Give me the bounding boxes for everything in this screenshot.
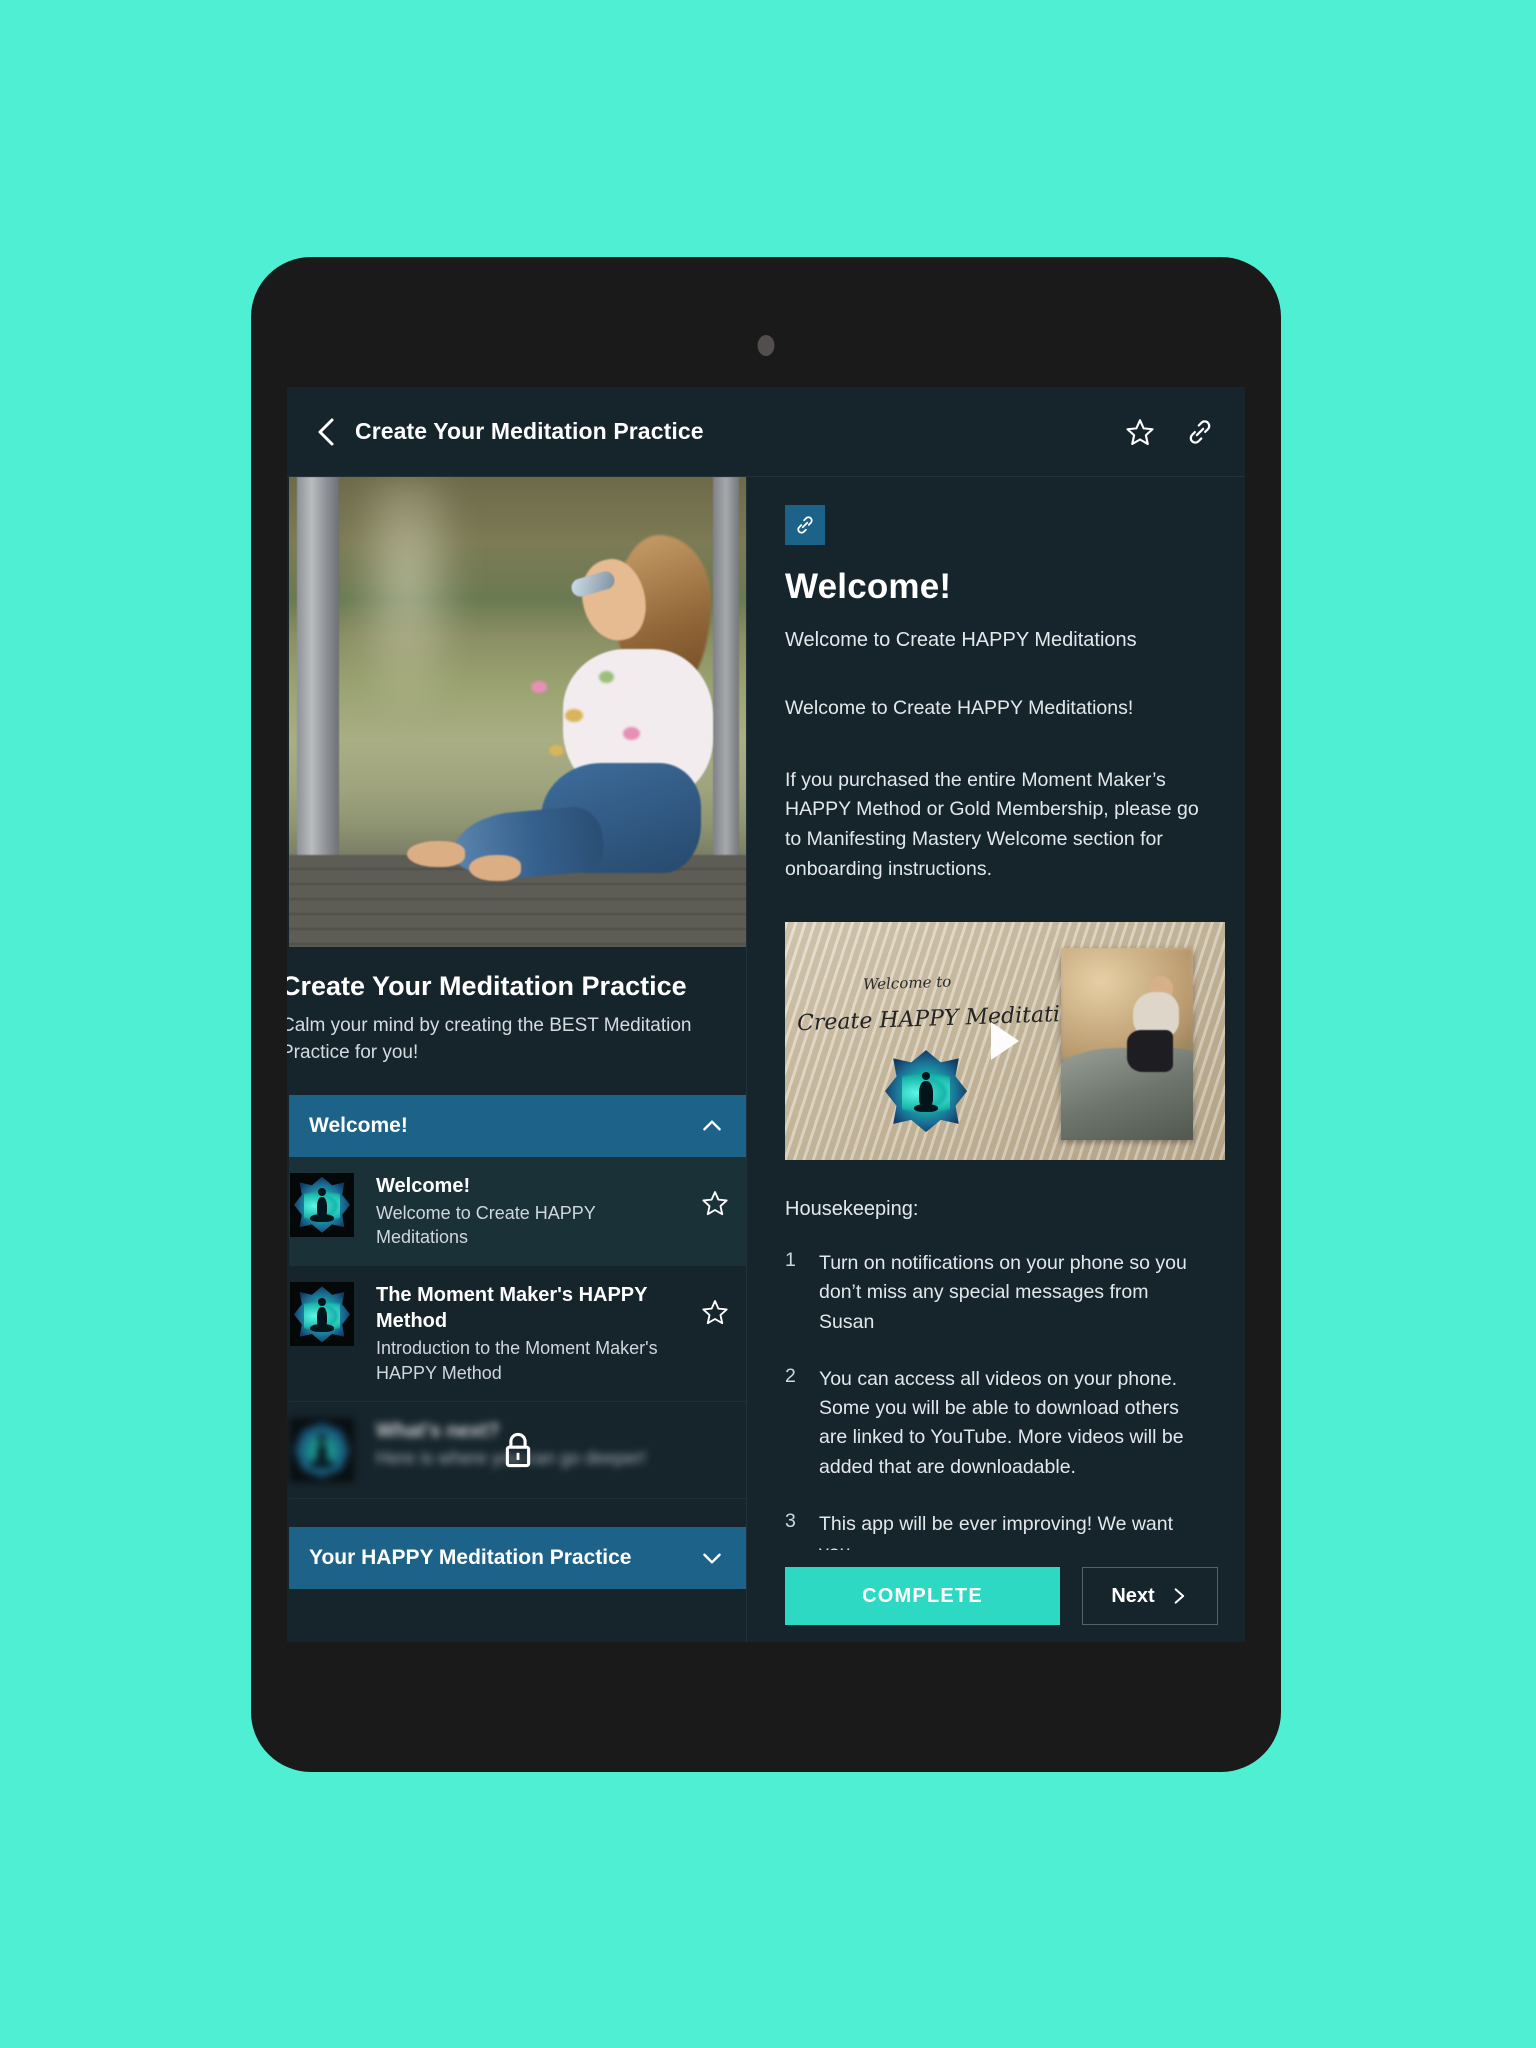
course-hero-image	[289, 477, 746, 947]
list-number: 3	[785, 1509, 796, 1532]
list-text: Turn on notifications on your phone so y…	[819, 1252, 1187, 1333]
lesson-text: Welcome! Welcome to Create HAPPY Meditat…	[376, 1173, 691, 1250]
lesson-detail-scroll[interactable]: Welcome! Welcome to Create HAPPY Meditat…	[747, 477, 1245, 1550]
housekeeping-label: Housekeeping:	[785, 1198, 919, 1221]
page-title: Create Your Meditation Practice	[355, 418, 704, 444]
play-icon[interactable]	[991, 1022, 1019, 1061]
video-inset-photo	[1061, 948, 1193, 1141]
lesson-paragraph: If you purchased the entire Moment Maker…	[785, 768, 1199, 880]
list-item[interactable]: Welcome! Welcome to Create HAPPY Meditat…	[289, 1156, 746, 1267]
lesson-action-bar: COMPLETE Next	[747, 1550, 1245, 1642]
lesson-description: Welcome to Create HAPPY Meditations	[376, 1202, 596, 1248]
list-number: 1	[785, 1249, 796, 1272]
lesson-description: Here is where you can go deeper!	[376, 1447, 647, 1468]
back-button[interactable]	[309, 415, 343, 449]
section-header-welcome[interactable]: Welcome!	[289, 1094, 746, 1157]
lesson-favorite-button[interactable]	[701, 1298, 729, 1331]
lesson-thumbnail	[290, 1417, 354, 1482]
tablet-device-frame: Create Your Meditation Practice Create Y…	[251, 257, 1281, 1772]
star-outline-icon	[702, 1300, 728, 1325]
course-title: Create Your Meditation Practice	[287, 971, 687, 1001]
chevron-right-icon	[1174, 1588, 1184, 1604]
lesson-title: Welcome!	[376, 1174, 471, 1197]
lesson-favorite-button[interactable]	[701, 1189, 729, 1222]
brand-logo	[885, 1050, 967, 1133]
list-item[interactable]: The Moment Maker's HAPPY Method Introduc…	[289, 1266, 746, 1402]
front-camera-dot	[757, 335, 775, 356]
app-screen: Create Your Meditation Practice Create Y…	[287, 387, 1245, 1642]
lesson-description: Introduction to the Moment Maker's HAPPY…	[376, 1338, 658, 1383]
chevron-left-icon	[318, 418, 334, 445]
content-area: Create Your Meditation Practice Calm you…	[287, 477, 1245, 1642]
lesson-title: The Moment Maker's HAPPY Method	[376, 1284, 648, 1333]
link-icon	[1189, 419, 1211, 444]
star-outline-icon	[1126, 418, 1154, 445]
list-number: 2	[785, 1364, 796, 1387]
course-outline-panel[interactable]: Create Your Meditation Practice Calm you…	[287, 477, 747, 1642]
complete-button[interactable]: COMPLETE	[785, 1567, 1060, 1625]
lesson-subheading: Welcome to Create HAPPY Meditations	[785, 629, 1137, 651]
next-button[interactable]: Next	[1082, 1567, 1218, 1625]
chevron-down-icon	[699, 1545, 725, 1571]
next-button-label: Next	[1111, 1584, 1155, 1607]
lesson-text: The Moment Maker's HAPPY Method Introduc…	[376, 1282, 691, 1385]
section-header-practice[interactable]: Your HAPPY Meditation Practice	[289, 1526, 746, 1589]
course-subtitle: Calm your mind by creating the BEST Medi…	[287, 1014, 692, 1063]
star-outline-icon	[702, 1190, 728, 1215]
list-text: You can access all videos on your phone.…	[819, 1367, 1184, 1478]
header-actions	[1123, 415, 1217, 449]
chevron-up-icon	[699, 1113, 725, 1139]
section-label: Welcome!	[309, 1113, 408, 1137]
lesson-thumbnail	[290, 1172, 354, 1237]
section-label: Your HAPPY Meditation Practice	[309, 1545, 632, 1569]
lesson-paragraph: Welcome to Create HAPPY Meditations!	[785, 697, 1134, 719]
lesson-video-thumbnail[interactable]: Welcome to Create HAPPY Meditations	[785, 922, 1225, 1161]
course-outline-scroll[interactable]: Create Your Meditation Practice Calm you…	[287, 477, 746, 1642]
video-title-line-1: Welcome to	[862, 972, 952, 994]
list-item: 3 This app will be ever improving! We wa…	[785, 1510, 1207, 1550]
link-icon	[797, 516, 813, 534]
list-item[interactable]: What's next? Here is where you can go de…	[289, 1402, 746, 1499]
lesson-text: What's next? Here is where you can go de…	[376, 1418, 729, 1470]
share-link-button[interactable]	[1183, 415, 1217, 449]
lesson-title: What's next?	[376, 1419, 500, 1442]
favorite-button[interactable]	[1123, 415, 1157, 449]
lesson-thumbnail	[290, 1282, 354, 1347]
list-item: 1 Turn on notifications on your phone so…	[785, 1249, 1207, 1337]
list-text: This app will be ever improving! We want…	[819, 1512, 1174, 1550]
app-header: Create Your Meditation Practice	[287, 387, 1245, 477]
lock-icon	[501, 1430, 535, 1470]
lesson-link-chip[interactable]	[785, 505, 825, 545]
lesson-detail-panel: Welcome! Welcome to Create HAPPY Meditat…	[747, 477, 1245, 1642]
lesson-heading: Welcome!	[785, 567, 952, 606]
list-item: 2 You can access all videos on your phon…	[785, 1365, 1207, 1482]
